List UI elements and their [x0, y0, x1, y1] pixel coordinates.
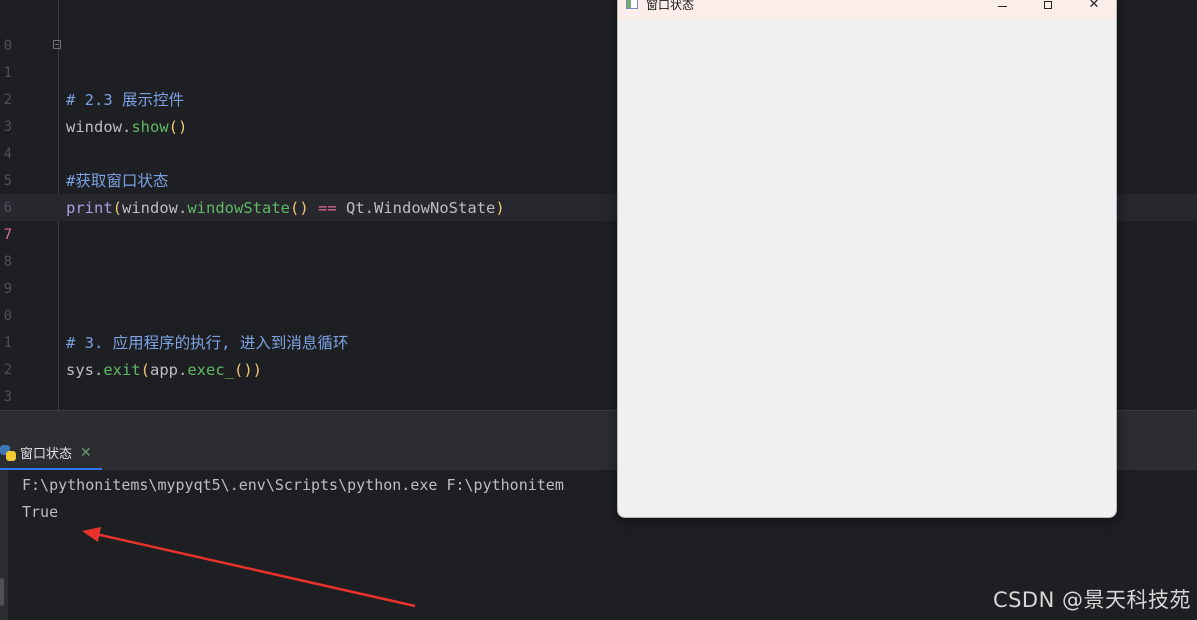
close-button[interactable]: ✕ — [1076, 0, 1112, 13]
maximize-icon — [1044, 1, 1052, 9]
minimize-icon — [997, 5, 1007, 7]
app-window-icon — [626, 0, 638, 9]
close-icon[interactable]: ✕ — [80, 445, 92, 461]
console-scrollbar[interactable] — [0, 578, 4, 606]
minimize-button[interactable] — [984, 0, 1020, 13]
qt-window-titlebar[interactable]: 窗口状态 ✕ — [618, 0, 1116, 19]
close-icon: ✕ — [1088, 0, 1100, 12]
qt-window-title: 窗口状态 — [646, 0, 695, 12]
console-output-line: F:\pythonitems\mypyqt5\.env\Scripts\pyth… — [22, 476, 564, 494]
python-icon — [0, 444, 16, 461]
watermark: CSDN @景天科技苑 — [992, 588, 1191, 612]
maximize-button[interactable] — [1030, 0, 1066, 13]
qt-window[interactable]: 窗口状态 ✕ — [617, 0, 1117, 518]
console-output-line: True — [22, 503, 59, 521]
run-tab[interactable]: 窗口状态 ✕ — [0, 437, 102, 470]
run-tab-label: 窗口状态 — [20, 447, 73, 462]
